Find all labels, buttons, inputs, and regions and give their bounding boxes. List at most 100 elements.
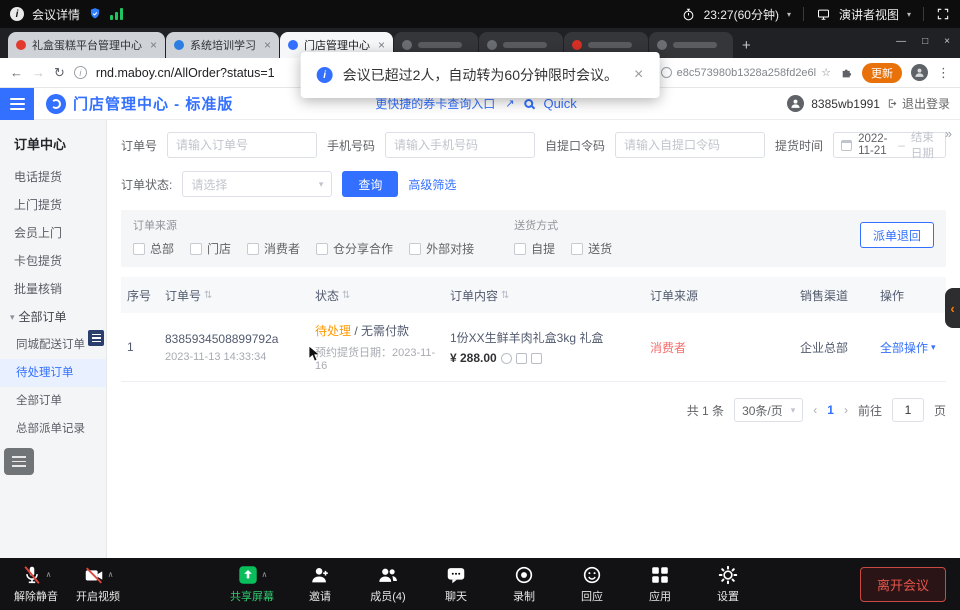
toast-close-icon[interactable]: × xyxy=(634,66,643,84)
page-size-select[interactable]: 30条/页 ▾ xyxy=(734,398,803,422)
sidebar-item-door-pickup[interactable]: 上门提货 xyxy=(0,191,106,219)
panel-collapse-icon[interactable]: » xyxy=(945,126,952,141)
checkbox-delivery[interactable]: 送货 xyxy=(571,240,612,257)
back-icon[interactable]: ← xyxy=(10,65,23,80)
sidebar-item-phone-pickup[interactable]: 电话提货 xyxy=(0,163,106,191)
prev-page-icon[interactable]: ‹ xyxy=(813,403,817,417)
all-actions-dropdown[interactable]: 全部操作 ▾ xyxy=(880,339,944,356)
sort-icon[interactable]: ⇅ xyxy=(501,290,509,301)
orders-page: » 订单号 手机号码 自提口令码 提货时间 2022-11-21 – 结束日期 xyxy=(107,120,960,558)
settings-button[interactable]: 设置 xyxy=(706,564,750,604)
sidebar-item-member-visit[interactable]: 会员上门 xyxy=(0,219,106,247)
tab-close-icon[interactable]: × xyxy=(378,38,385,52)
leave-meeting-button[interactable]: 离开会议 xyxy=(860,567,946,602)
timer-caret-icon[interactable]: ▾ xyxy=(787,10,791,19)
gift-icon[interactable] xyxy=(516,353,527,364)
phone-input[interactable] xyxy=(385,132,535,158)
sidebar-pin-icon[interactable] xyxy=(88,330,104,346)
tab-close-icon[interactable]: × xyxy=(150,38,157,52)
new-tab-button[interactable]: + xyxy=(742,37,751,54)
minimize-icon[interactable]: — xyxy=(896,36,906,47)
checkbox-consumer[interactable]: 消费者 xyxy=(247,240,300,257)
goto-page-input[interactable] xyxy=(892,398,924,422)
close-window-icon[interactable]: × xyxy=(944,36,950,47)
browser-tab[interactable]: 系统培训学习 × xyxy=(166,32,279,58)
maximize-icon[interactable]: □ xyxy=(922,36,928,47)
floating-list-widget[interactable] xyxy=(4,448,34,475)
bookmark-star-icon[interactable]: ☆ xyxy=(821,66,831,79)
phone-icon[interactable] xyxy=(501,353,512,364)
note-icon[interactable] xyxy=(531,353,542,364)
order-status-select[interactable]: 请选择 ▾ xyxy=(182,171,332,197)
favicon xyxy=(174,40,184,50)
search-button[interactable]: 查询 xyxy=(342,171,398,197)
sidebar-item-card-pickup[interactable]: 卡包提货 xyxy=(0,247,106,275)
meeting-timer[interactable]: 23:27(60分钟) xyxy=(704,6,779,23)
pickup-code-input[interactable] xyxy=(615,132,765,158)
cell-source: 消费者 xyxy=(644,339,794,356)
sort-icon[interactable]: ⇅ xyxy=(342,290,350,301)
url-text[interactable]: rnd.maboy.cn/AllOrder?status=1 xyxy=(96,66,275,80)
table-row[interactable]: 1 8385934508899792a 2023-11-13 14:33:34 … xyxy=(121,313,946,382)
checkbox-external[interactable]: 外部对接 xyxy=(409,240,474,257)
apps-button[interactable]: 应用 xyxy=(638,564,682,604)
site-info-icon[interactable]: i xyxy=(74,66,87,79)
share-options-caret-icon[interactable]: ∧ xyxy=(262,570,268,579)
dispatch-return-button[interactable]: 派单退回 xyxy=(860,222,934,248)
meeting-detail-label[interactable]: 会议详情 xyxy=(32,6,80,23)
view-caret-icon[interactable]: ▾ xyxy=(907,10,911,19)
extensions-puzzle-icon[interactable] xyxy=(840,66,853,79)
invite-button[interactable]: 邀请 xyxy=(298,564,342,604)
sort-icon[interactable]: ⇅ xyxy=(204,290,212,301)
next-page-icon[interactable]: › xyxy=(844,403,848,417)
cell-content: 1份XX生鲜羊肉礼盒3kg 礼盒 ¥ 288.00 xyxy=(444,329,644,365)
sidebar-item-pending-orders[interactable]: 待处理订单 xyxy=(0,359,106,387)
forward-icon[interactable]: → xyxy=(32,65,45,80)
advanced-filter-link[interactable]: 高级筛选 xyxy=(408,176,456,193)
sidebar-item-hq-dispatch-log[interactable]: 总部派单记录 xyxy=(0,415,106,443)
video-options-caret-icon[interactable]: ∧ xyxy=(108,570,114,579)
unmute-button[interactable]: ∧ 解除静音 xyxy=(14,564,58,604)
share-screen-button[interactable]: ∧ 共享屏幕 xyxy=(230,564,274,604)
reactions-button[interactable]: 回应 xyxy=(570,564,614,604)
refresh-icon[interactable]: ↻ xyxy=(54,65,65,81)
hamburger-menu-icon[interactable] xyxy=(0,88,34,120)
order-number[interactable]: 8385934508899792a xyxy=(165,332,309,346)
username[interactable]: 8385wb1991 xyxy=(811,97,880,111)
reaction-smiley-icon xyxy=(581,564,603,586)
view-mode-label[interactable]: 演讲者视图 xyxy=(839,6,899,23)
sidebar-item-all-orders[interactable]: 全部订单 xyxy=(0,387,106,415)
chat-button[interactable]: 聊天 xyxy=(434,564,478,604)
logout-button[interactable]: 退出登录 xyxy=(887,95,950,112)
user-avatar[interactable] xyxy=(787,95,804,112)
cell-channel: 企业总部 xyxy=(794,339,874,356)
browser-tab[interactable]: 礼盒蛋糕平台管理中心 × xyxy=(8,32,165,58)
checkbox-store[interactable]: 门店 xyxy=(190,240,231,257)
browser-tab-inactive[interactable] xyxy=(649,32,733,58)
checkbox-warehouse-coop[interactable]: 仓分享合作 xyxy=(316,240,393,257)
date-start-value[interactable]: 2022-11-21 xyxy=(858,133,892,157)
browser-profile-avatar[interactable] xyxy=(911,64,928,81)
start-video-button[interactable]: ∧ 开启视频 xyxy=(76,564,120,604)
sidebar-item-batch-verify[interactable]: 批量核销 xyxy=(0,275,106,303)
date-range-picker[interactable]: 2022-11-21 – 结束日期 xyxy=(833,132,946,158)
meeting-topbar: i 会议详情 23:27(60分钟) ▾ 演讲者视图 ▾ xyxy=(0,0,960,28)
browser-menu-icon[interactable]: ⋮ xyxy=(937,65,950,81)
fullscreen-icon[interactable] xyxy=(936,7,950,21)
checkbox-self-pickup[interactable]: 自提 xyxy=(514,240,555,257)
meeting-panel-handle[interactable]: ‹ xyxy=(945,288,960,328)
tab-close-icon[interactable]: × xyxy=(264,38,271,52)
mic-options-caret-icon[interactable]: ∧ xyxy=(46,570,52,579)
date-end-placeholder[interactable]: 结束日期 xyxy=(911,129,938,161)
checkbox-icon xyxy=(316,243,328,255)
order-no-input[interactable] xyxy=(167,132,317,158)
calendar-icon xyxy=(841,140,852,151)
checkbox-hq[interactable]: 总部 xyxy=(133,240,174,257)
sidebar-group-all-orders[interactable]: ▾ 全部订单 xyxy=(0,303,106,331)
members-button[interactable]: 成员(4) xyxy=(366,564,410,604)
meeting-info-icon[interactable]: i xyxy=(10,7,24,21)
quick-search-link[interactable]: Quick xyxy=(543,96,576,111)
chrome-update-button[interactable]: 更新 xyxy=(862,63,902,83)
record-button[interactable]: 录制 xyxy=(502,564,546,604)
current-page[interactable]: 1 xyxy=(827,403,834,417)
